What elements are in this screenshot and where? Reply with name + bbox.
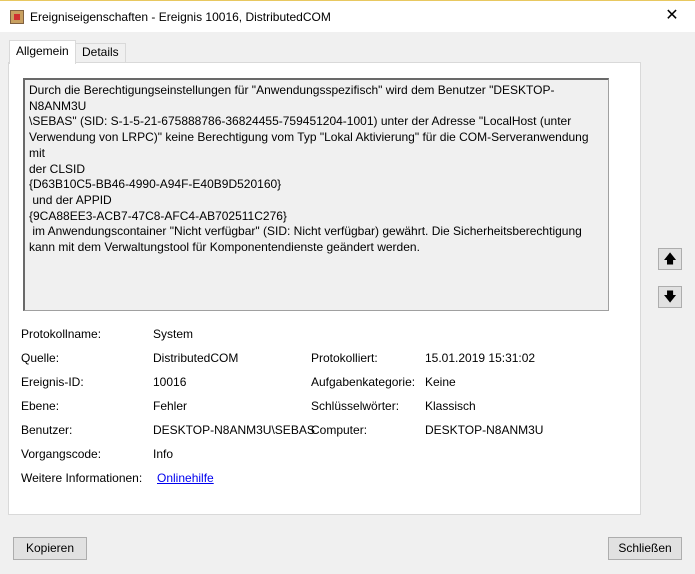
title-bar: Ereigniseigenschaften - Ereignis 10016, … — [0, 0, 695, 32]
schluesselwoerter-value: Klassisch — [425, 399, 476, 413]
computer-value: DESKTOP-N8ANM3U — [425, 423, 544, 437]
computer-label: Computer: — [311, 423, 368, 437]
ereignis-id-value: 10016 — [153, 375, 187, 389]
protokollname-label: Protokollname: — [21, 327, 102, 341]
arrow-down-icon: 🡇 — [663, 289, 677, 304]
window-title: Ereigniseigenschaften - Ereignis 10016, … — [30, 10, 331, 24]
copy-button[interactable]: Kopieren — [13, 537, 87, 560]
close-button[interactable]: Schließen — [608, 537, 682, 560]
protokollname-value: System — [153, 327, 194, 341]
protokolliert-value: 15.01.2019 15:31:02 — [425, 351, 536, 365]
ebene-value: Fehler — [153, 399, 188, 413]
next-event-button[interactable]: 🡇 — [658, 286, 682, 308]
vorgangscode-value: Info — [153, 447, 174, 461]
vorgangscode-label: Vorgangscode: — [21, 447, 102, 461]
protokolliert-label: Protokolliert: — [311, 351, 378, 365]
tab-allgemein[interactable]: Allgemein — [9, 40, 76, 64]
benutzer-label: Benutzer: — [21, 423, 73, 437]
aufgabenkategorie-value: Keine — [425, 375, 456, 389]
event-description[interactable]: Durch die Berechtigungseinstellungen für… — [23, 78, 609, 311]
schluesselwoerter-label: Schlüsselwörter: — [311, 399, 400, 413]
ebene-label: Ebene: — [21, 399, 60, 413]
tab-details[interactable]: Details — [75, 43, 126, 62]
close-window-button[interactable]: ✕ — [649, 1, 695, 33]
arrow-up-icon: 🡅 — [663, 251, 677, 266]
event-viewer-icon — [10, 10, 24, 24]
weitere-informationen-label: Weitere Informationen: — [21, 471, 143, 485]
quelle-label: Quelle: — [21, 351, 60, 365]
quelle-value: DistributedCOM — [153, 351, 239, 365]
previous-event-button[interactable]: 🡅 — [658, 248, 682, 270]
benutzer-value: DESKTOP-N8ANM3U\SEBAS — [153, 423, 315, 437]
aufgabenkategorie-label: Aufgabenkategorie: — [311, 375, 416, 389]
ereignis-id-label: Ereignis-ID: — [21, 375, 84, 389]
onlinehilfe-link[interactable]: Onlinehilfe — [157, 471, 214, 485]
